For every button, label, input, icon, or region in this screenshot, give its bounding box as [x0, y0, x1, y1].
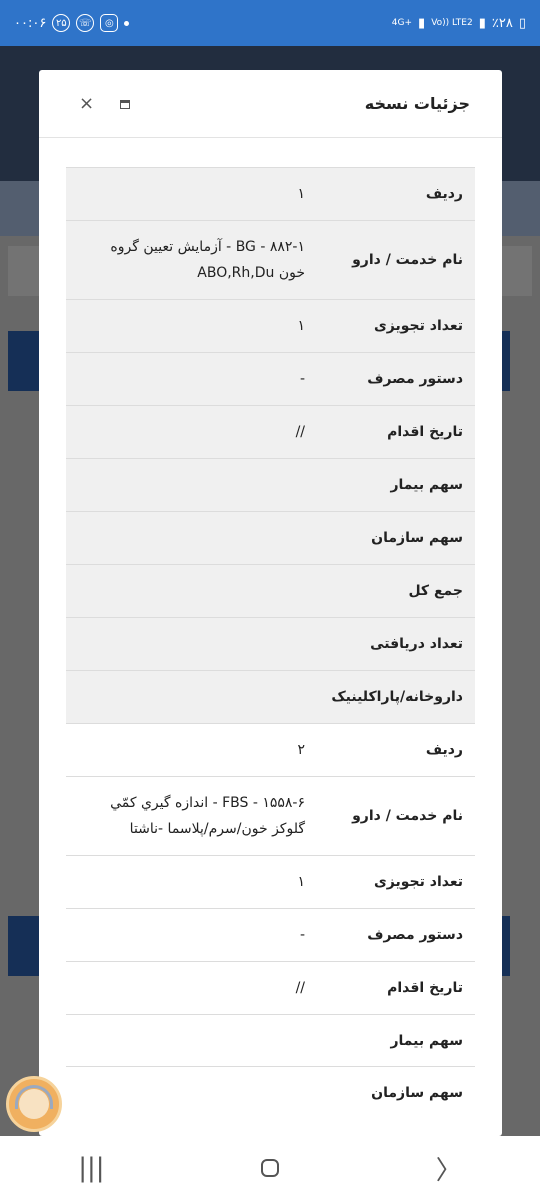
detail-row: دستور مصرف - [66, 908, 475, 962]
detail-label: دستور مصرف [315, 908, 475, 962]
detail-value [66, 458, 315, 512]
status-bar: ۰۰:۰۶ ۲۵ ☏ ◎ 4G+ ▮ Vo)) LTE2 ▮ ٪۲۸ ▯ [0, 0, 540, 46]
detail-value: ۱ [66, 299, 315, 353]
detail-row: نام خدمت / دارو ۸۸۲-۱ - BG - آزمایش تعیین… [66, 220, 475, 300]
detail-value: // [66, 961, 315, 1015]
detail-label: تعداد دریافتی [315, 617, 475, 671]
detail-row: جمع کل [66, 564, 475, 618]
detail-label: تاریخ اقدام [315, 961, 475, 1015]
detail-label: داروخانه/پاراکلینیک [315, 670, 475, 724]
detail-value: ۱۵۵۸-۶ - FBS - اندازه گيري كمّي گلوکز خو… [66, 776, 315, 856]
detail-value [66, 670, 315, 724]
details-table: ردیف ۱ نام خدمت / دارو ۸۸۲-۱ - BG - آزمایش … [66, 167, 475, 1119]
back-button[interactable]: 〉 [436, 1150, 462, 1187]
more-notifications-dot [124, 20, 130, 26]
detail-value [66, 617, 315, 671]
close-button[interactable]: × [79, 94, 94, 113]
signal-icon-2: ▮ [478, 15, 486, 31]
instagram-icon: ◎ [100, 14, 119, 32]
detail-value: - [66, 908, 315, 962]
detail-row: ردیف ۲ [66, 723, 475, 777]
detail-value: ۱ [66, 167, 315, 221]
support-agent-icon [15, 1085, 53, 1119]
detail-label: ردیف [315, 723, 475, 777]
detail-row: داروخانه/پاراکلینیک [66, 670, 475, 724]
home-button[interactable] [261, 1159, 280, 1177]
modal-header: × جزئیات نسخه [39, 70, 502, 138]
detail-label: سهم سازمان [315, 511, 475, 565]
detail-row: سهم بیمار [66, 1014, 475, 1067]
detail-label: سهم سازمان [315, 1066, 475, 1119]
detail-row: نام خدمت / دارو ۱۵۵۸-۶ - FBS - اندازه گير… [66, 776, 475, 856]
detail-value [66, 511, 315, 565]
detail-row: تاریخ اقدام// [66, 405, 475, 459]
detail-label: سهم بیمار [315, 1014, 475, 1067]
maximize-button[interactable] [120, 95, 131, 113]
detail-value: // [66, 405, 315, 459]
whatsapp-icon: ☏ [76, 14, 95, 32]
network-type: 4G+ [391, 17, 413, 28]
detail-row: تعداد تجویزی ۱ [66, 299, 475, 353]
system-nav-bar: ||| 〉 [0, 1136, 540, 1200]
detail-label: تعداد تجویزی [315, 855, 475, 909]
modal-title: جزئیات نسخه [364, 94, 470, 113]
prescription-details-modal: × جزئیات نسخه ردیف ۱ نام خدمت / دارو ۸۸۲-۱ … [39, 70, 502, 1136]
detail-value [66, 564, 315, 618]
detail-value [66, 1066, 315, 1119]
detail-value: ۱ [66, 855, 315, 909]
status-left: ۰۰:۰۶ ۲۵ ☏ ◎ [14, 14, 130, 32]
home-icon [261, 1159, 280, 1177]
modal-tools: × [79, 94, 131, 113]
detail-row: سهم بیمار [66, 458, 475, 512]
detail-row: سهم سازمان [66, 1066, 475, 1119]
detail-row: دستور مصرف - [66, 352, 475, 406]
detail-value [66, 1014, 315, 1067]
detail-label: تاریخ اقدام [315, 405, 475, 459]
battery-level: ٪۲۸ [491, 15, 513, 31]
maximize-icon [120, 99, 131, 109]
detail-label: دستور مصرف [315, 352, 475, 406]
network-label: Vo)) LTE2 [431, 17, 473, 28]
recent-apps-button[interactable]: ||| [78, 1153, 104, 1183]
detail-label: تعداد تجویزی [315, 299, 475, 353]
detail-row: سهم سازمان [66, 511, 475, 565]
detail-label: ردیف [315, 167, 475, 221]
detail-label: نام خدمت / دارو [315, 776, 475, 856]
detail-label: سهم بیمار [315, 458, 475, 512]
detail-value: ۸۸۲-۱ - BG - آزمایش تعیین گروه خون ABO,R… [66, 220, 315, 300]
detail-row: تاریخ اقدام// [66, 961, 475, 1015]
detail-value: - [66, 352, 315, 406]
notification-count-icon: ۲۵ [52, 14, 71, 32]
battery-icon: ▯ [518, 15, 526, 31]
detail-row: ردیف ۱ [66, 167, 475, 221]
clock: ۰۰:۰۶ [14, 15, 47, 31]
detail-row: تعداد دریافتی [66, 617, 475, 671]
signal-icon: ▮ [418, 15, 426, 31]
detail-label: جمع کل [315, 564, 475, 618]
status-right: 4G+ ▮ Vo)) LTE2 ▮ ٪۲۸ ▯ [392, 16, 526, 31]
detail-label: نام خدمت / دارو [315, 220, 475, 300]
support-chat-button[interactable] [6, 1076, 62, 1132]
detail-row: تعداد تجویزی ۱ [66, 855, 475, 909]
detail-value: ۲ [66, 723, 315, 777]
